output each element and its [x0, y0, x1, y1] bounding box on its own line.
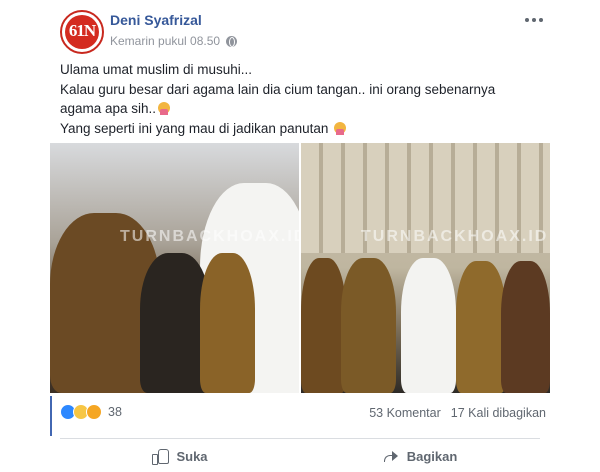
wow-reaction-icon — [86, 404, 102, 420]
post-line-2: Kalau guru besar dari agama lain dia ciu… — [60, 81, 496, 117]
photo-left[interactable]: TURNBACKHOAX.ID — [50, 143, 299, 393]
post-line-1: Ulama umat muslim di musuhi... — [60, 62, 253, 77]
photo-right[interactable]: TURNBACKHOAX.ID — [301, 143, 550, 393]
post-timestamp[interactable]: Kemarin pukul 08.50 — [110, 34, 220, 48]
thumbs-up-icon — [152, 449, 170, 465]
photo-watermark: TURNBACKHOAX.ID — [120, 228, 299, 245]
author-avatar[interactable]: 61N — [60, 10, 104, 54]
more-options-icon[interactable] — [522, 10, 546, 30]
share-label: Bagikan — [406, 448, 458, 464]
comment-count-link[interactable]: 53 Komentar — [369, 406, 441, 420]
globe-icon — [226, 35, 238, 47]
post-line-3: Yang seperti ini yang mau di jadikan pan… — [60, 119, 540, 139]
reaction-count: 38 — [108, 405, 122, 419]
post-meta: Kemarin pukul 08.50 — [110, 34, 238, 48]
action-bar: Suka Bagikan — [60, 442, 540, 470]
like-button[interactable]: Suka — [60, 442, 300, 470]
share-button[interactable]: Bagikan — [300, 442, 540, 470]
like-label: Suka — [176, 448, 208, 464]
photo-watermark: TURNBACKHOAX.ID — [361, 228, 549, 245]
facebook-post: 61N Deni Syafrizal Kemarin pukul 08.50 U… — [0, 0, 600, 472]
avatar-logo-text: 61N — [68, 21, 96, 40]
post-accent-bar — [50, 396, 52, 436]
photo-grid: TURNBACKHOAX.ID TURNBACKHOAX.ID — [50, 143, 550, 393]
post-body: Ulama umat muslim di musuhi... Kalau gur… — [60, 60, 540, 138]
author-name[interactable]: Deni Syafrizal — [110, 12, 202, 28]
share-count-link[interactable]: 17 Kali dibagikan — [451, 406, 546, 420]
share-arrow-icon — [383, 449, 399, 463]
reaction-summary[interactable]: 38 — [60, 404, 122, 420]
facepalm-emoji-icon — [158, 102, 171, 115]
engagement-stats: 53 Komentar 17 Kali dibagikan — [369, 406, 546, 420]
facepalm-emoji-icon — [334, 121, 347, 135]
divider — [60, 438, 540, 439]
